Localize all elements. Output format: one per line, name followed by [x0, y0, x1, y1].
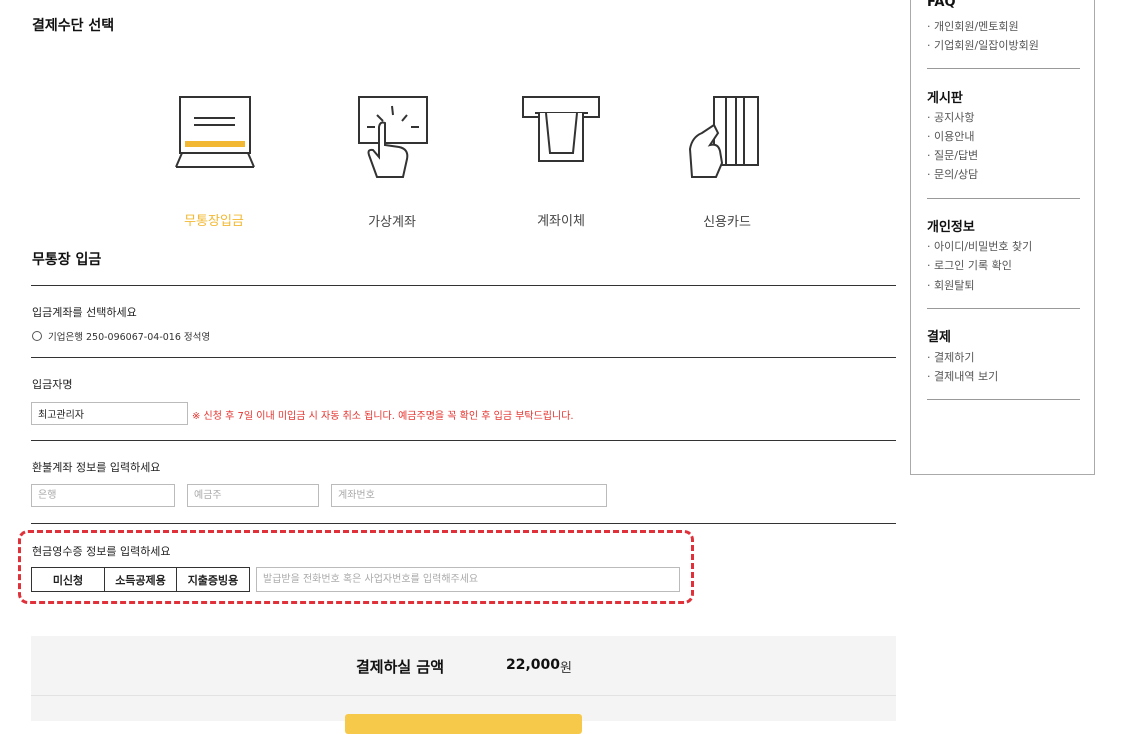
- divider: [927, 198, 1080, 199]
- method-label: 무통장입금: [184, 214, 244, 229]
- sidebar-item-login-history[interactable]: · 로그인 기록 확인: [927, 257, 1012, 273]
- receipt-option-income-deduction[interactable]: 소득공제용: [105, 568, 177, 591]
- refund-bank-input[interactable]: [31, 484, 175, 507]
- touch-screen-icon: [358, 96, 428, 178]
- divider: [31, 523, 896, 524]
- deposit-notice: ※ 신청 후 7일 이내 미입금 시 자동 취소 됩니다. 예금주명을 꼭 확인…: [192, 411, 574, 422]
- account-select-label: 입금계좌를 선택하세요: [32, 306, 137, 319]
- divider: [31, 695, 896, 696]
- receipt-label: 현금영수증 정보를 입력하세요: [32, 545, 171, 558]
- laptop-icon: [175, 96, 255, 168]
- pay-button[interactable]: [345, 714, 582, 734]
- receipt-number-input[interactable]: [256, 567, 680, 592]
- divider: [31, 440, 896, 441]
- sidebar-heading-board: 게시판: [927, 91, 963, 106]
- method-label: 계좌이체: [537, 214, 585, 229]
- refund-account-input[interactable]: [331, 484, 607, 507]
- sidebar-item-qna[interactable]: · 질문/답변: [927, 147, 978, 163]
- receipt-option-none[interactable]: 미신청: [32, 568, 105, 591]
- deposit-title: 무통장 입금: [32, 252, 102, 268]
- depositor-label: 입금자명: [32, 378, 73, 391]
- credit-card-hand-icon: [688, 96, 759, 178]
- divider: [31, 357, 896, 358]
- method-bank-transfer[interactable]: 계좌이체: [486, 93, 636, 229]
- total-amount: 22,000: [506, 657, 561, 673]
- account-option[interactable]: 기업은행 250-096067-04-016 정석영: [32, 329, 210, 343]
- refund-holder-input[interactable]: [187, 484, 319, 507]
- divider: [31, 285, 896, 286]
- total-label: 결제하실 금액: [356, 658, 445, 676]
- receipt-option-expense-proof[interactable]: 지출증빙용: [177, 568, 249, 591]
- sidebar-item-personal-mentor[interactable]: · 개인회원/멘토회원: [927, 18, 1019, 34]
- sidebar-heading-faq: FAQ: [927, 0, 956, 10]
- sidebar-item-find-id[interactable]: · 아이디/비밀번호 찾기: [927, 238, 1032, 254]
- sidebar-item-withdraw[interactable]: · 회원탈퇴: [927, 277, 974, 293]
- radio-icon[interactable]: [32, 331, 42, 341]
- total-panel: [31, 636, 896, 721]
- sidebar-item-notice[interactable]: · 공지사항: [927, 109, 974, 125]
- account-option-text: 기업은행 250-096067-04-016 정석영: [48, 332, 211, 343]
- sidebar-item-inquiry[interactable]: · 문의/상담: [927, 166, 978, 182]
- method-credit-card[interactable]: 신용카드: [652, 93, 802, 230]
- atm-icon: [522, 96, 600, 162]
- method-virtual-account[interactable]: 가상계좌: [317, 93, 467, 230]
- payment-method-title: 결제수단 선택: [32, 18, 115, 34]
- divider: [927, 308, 1080, 309]
- divider: [927, 68, 1080, 69]
- sidebar-item-guide[interactable]: · 이용안내: [927, 128, 974, 144]
- method-label: 신용카드: [703, 215, 751, 230]
- sidebar-heading-pay: 결제: [927, 330, 951, 345]
- refund-label: 환불계좌 정보를 입력하세요: [32, 461, 161, 474]
- total-unit: 원: [560, 661, 572, 676]
- sidebar-heading-privacy: 개인정보: [927, 220, 975, 235]
- sidebar-item-pay-history[interactable]: · 결제내역 보기: [927, 368, 998, 384]
- receipt-type-selector[interactable]: 미신청 소득공제용 지출증빙용: [31, 567, 250, 592]
- method-bank-deposit[interactable]: 무통장입금: [139, 93, 289, 229]
- method-label: 가상계좌: [368, 215, 416, 230]
- divider: [927, 399, 1080, 400]
- depositor-input[interactable]: [31, 402, 188, 425]
- sidebar-item-pay[interactable]: · 결제하기: [927, 349, 974, 365]
- sidebar-item-company[interactable]: · 기업회원/일잡이방회원: [927, 37, 1039, 53]
